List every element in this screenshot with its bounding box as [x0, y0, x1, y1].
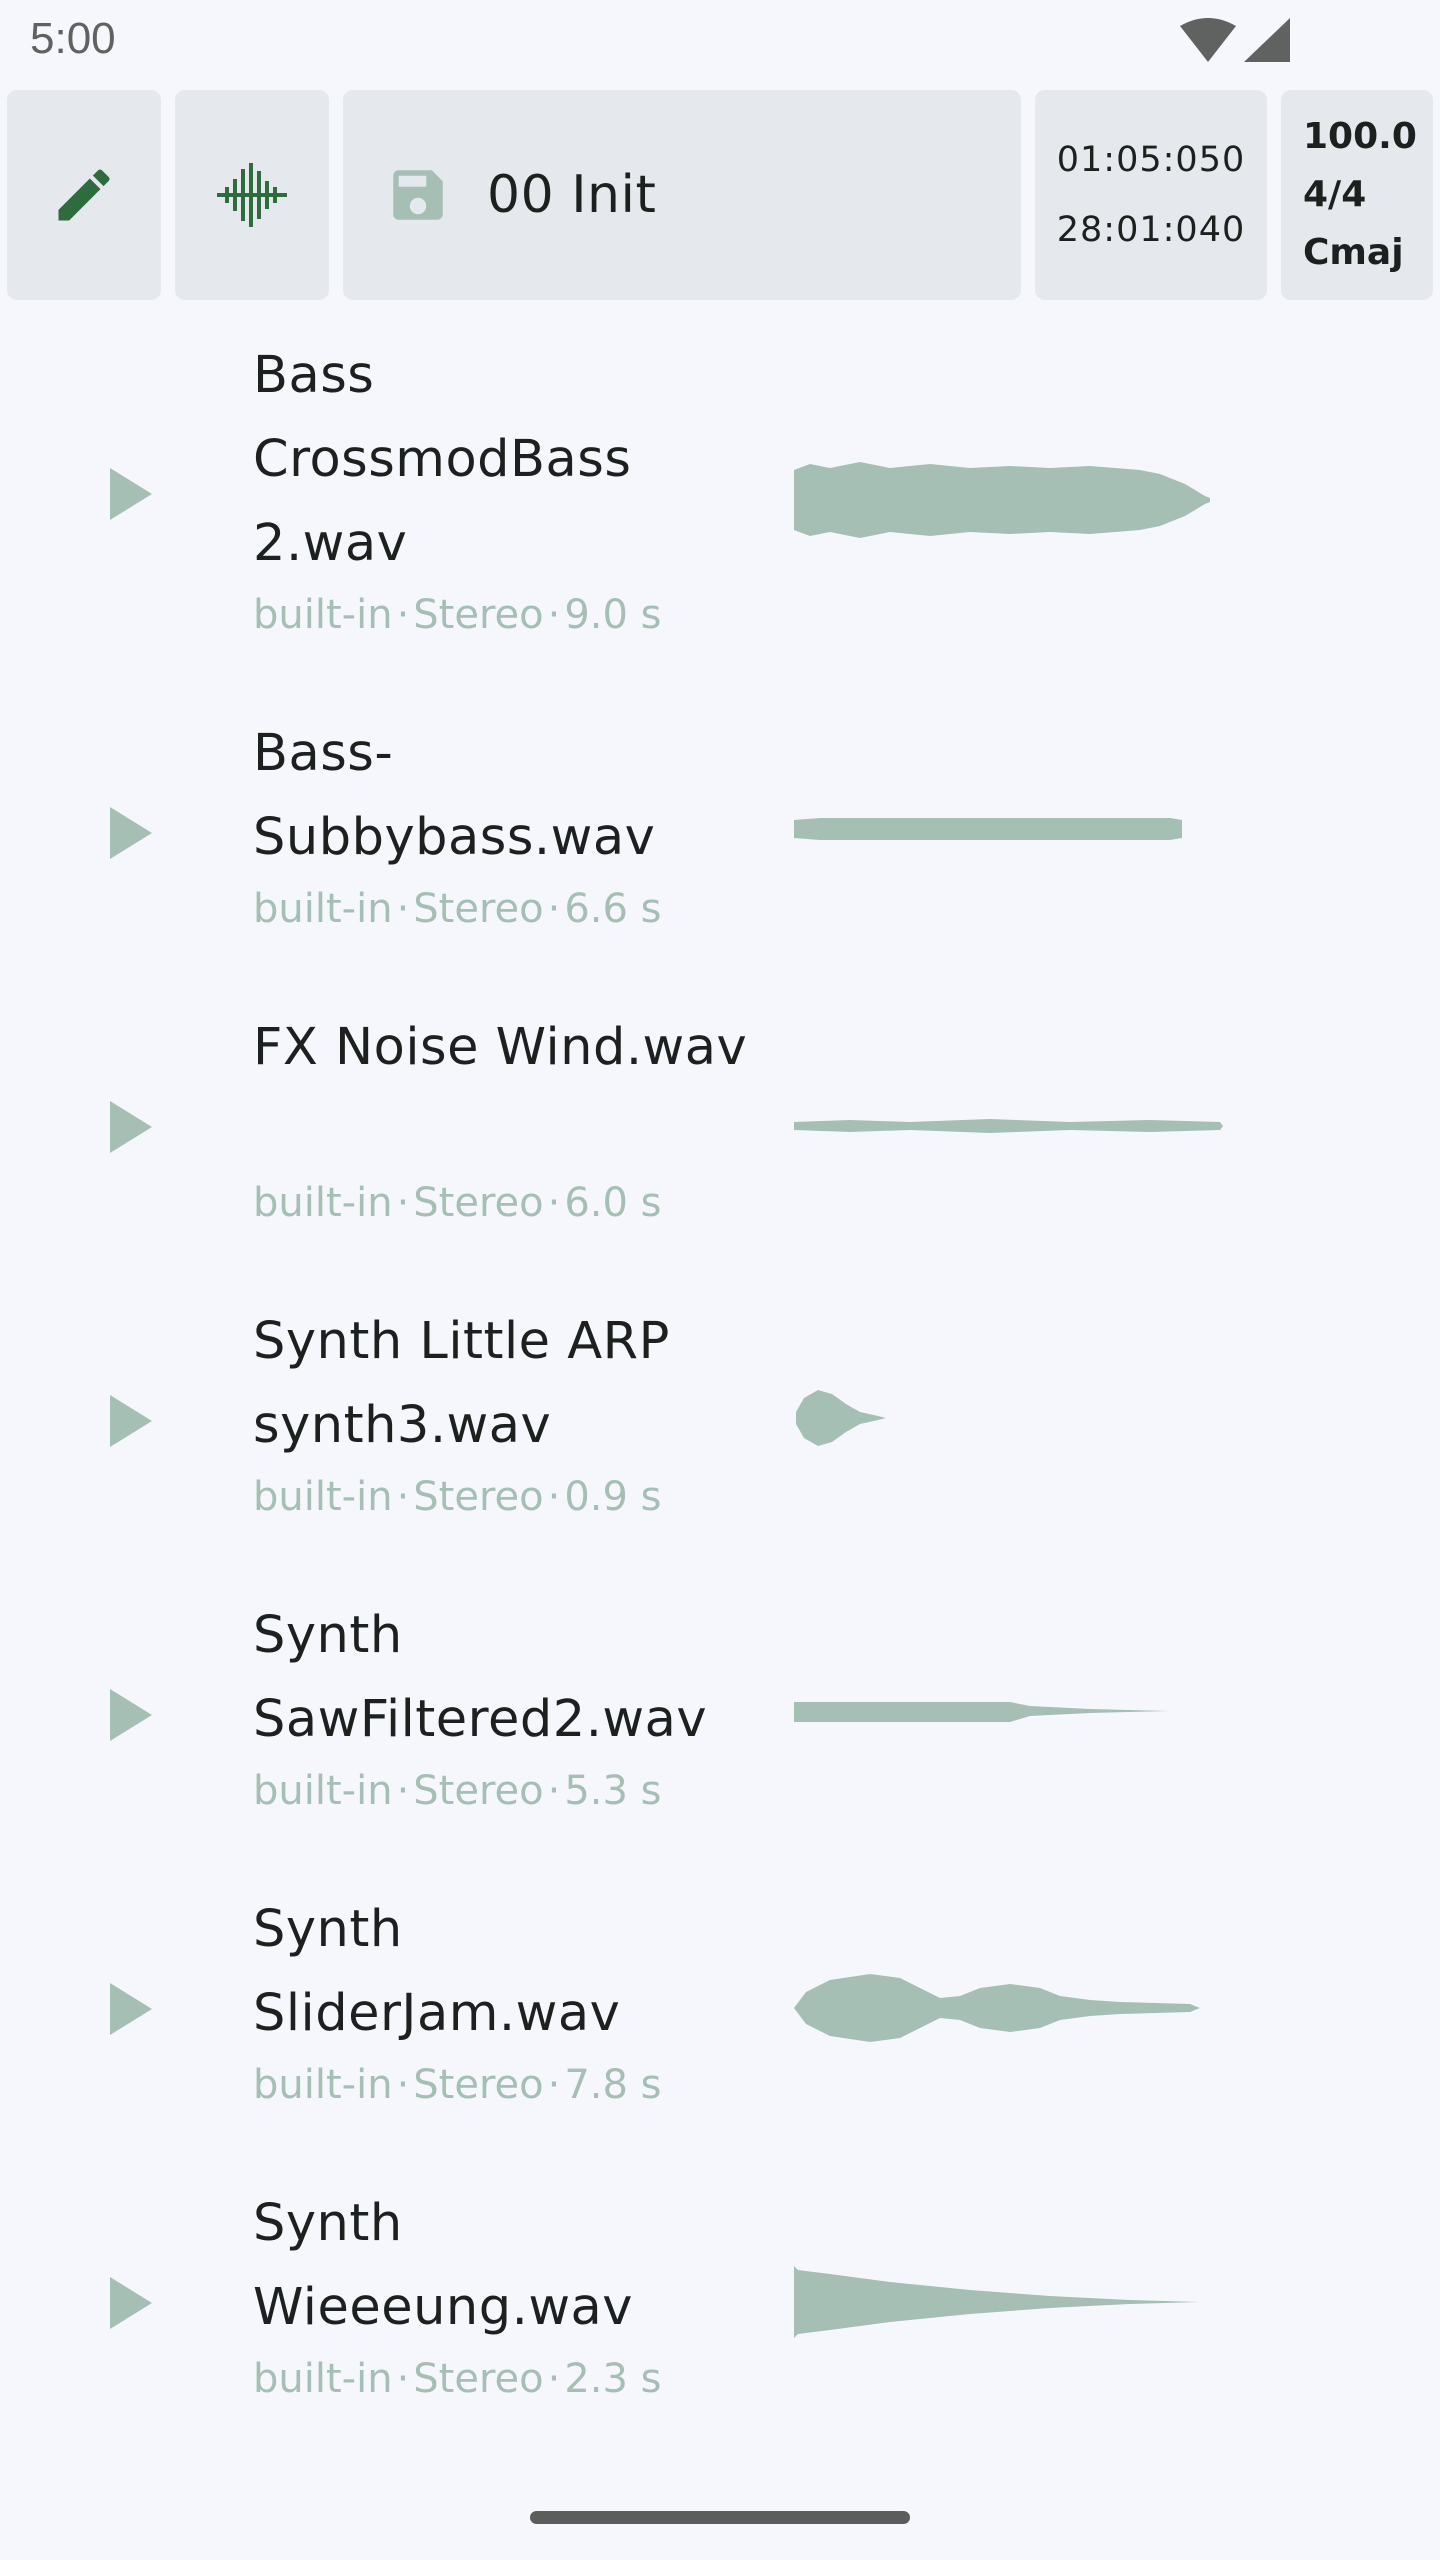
- play-button[interactable]: [110, 1689, 152, 1741]
- play-icon: [110, 807, 152, 859]
- sample-meta: built-in · Stereo · 6.6 s: [253, 886, 662, 932]
- sample-meta: built-in · Stereo · 2.3 s: [253, 2356, 662, 2402]
- wifi-icon: [1180, 18, 1236, 62]
- play-button[interactable]: [110, 468, 152, 520]
- play-button[interactable]: [110, 1983, 152, 2035]
- project-button[interactable]: 00 Init: [343, 90, 1021, 300]
- cell-signal-icon: [1244, 18, 1290, 62]
- waveform-preview: [794, 2266, 1200, 2338]
- list-item[interactable]: Bass-Subbybass.wav built-in · Stereo · 6.6 s: [0, 708, 1440, 968]
- status-bar: 5:00: [0, 0, 1440, 84]
- position-time: 01:05:050: [1056, 140, 1246, 180]
- play-button[interactable]: [110, 1395, 152, 1447]
- sample-name: Synth SawFiltered2.wav: [253, 1606, 708, 1749]
- time-signature: 4/4: [1303, 174, 1367, 215]
- sample-meta: built-in · Stereo · 0.9 s: [253, 1474, 662, 1520]
- total-time: 28:01:040: [1056, 210, 1246, 250]
- edit-button[interactable]: [7, 90, 161, 300]
- sample-meta: built-in · Stereo · 9.0 s: [253, 592, 662, 638]
- sample-meta: built-in · Stereo · 7.8 s: [253, 2062, 662, 2108]
- waveform-preview: [794, 1702, 1170, 1722]
- waveform-button[interactable]: [175, 90, 329, 300]
- play-icon: [110, 1101, 152, 1153]
- sample-name: FX Noise Wind.wav: [253, 1018, 748, 1077]
- sample-meta: built-in · Stereo · 6.0 s: [253, 1180, 662, 1226]
- play-icon: [110, 1395, 152, 1447]
- list-item[interactable]: Synth SawFiltered2.wav built-in · Stereo · 5…: [0, 1590, 1440, 1850]
- key-signature: Cmaj: [1303, 232, 1404, 273]
- waveform-preview: [794, 462, 1210, 538]
- status-time: 5:00: [30, 14, 116, 63]
- waveform-preview: [796, 1390, 886, 1446]
- tempo-value: 100.0: [1303, 116, 1417, 157]
- play-button[interactable]: [110, 2277, 152, 2329]
- sample-name: Synth SliderJam.wav: [253, 1900, 621, 2043]
- toolbar: 00 Init 01:05:050 28:01:040 100.0 4/4 Cm…: [0, 90, 1440, 302]
- waveform-icon: [217, 163, 287, 227]
- list-item[interactable]: FX Noise Wind.wav built-in · Stereo · 6.0 s: [0, 1002, 1440, 1262]
- home-indicator[interactable]: [530, 2511, 910, 2524]
- list-item[interactable]: Bass CrossmodBass 2.wav built-in · Stereo ·…: [0, 330, 1440, 670]
- play-icon: [110, 1689, 152, 1741]
- save-icon: [393, 170, 443, 220]
- tempo-button[interactable]: 100.0 4/4 Cmaj: [1281, 90, 1433, 300]
- sample-meta: built-in · Stereo · 5.3 s: [253, 1768, 662, 1814]
- play-button[interactable]: [110, 1101, 152, 1153]
- sample-name: Bass CrossmodBass 2.wav: [253, 346, 632, 573]
- waveform-preview: [794, 1974, 1200, 2042]
- play-icon: [110, 2277, 152, 2329]
- list-item[interactable]: Synth Little ARP synth3.wav built-in · Ste…: [0, 1296, 1440, 1556]
- play-button[interactable]: [110, 807, 152, 859]
- sample-name: Synth Little ARP synth3.wav: [253, 1312, 670, 1455]
- sample-name: Synth Wieeeung.wav: [253, 2194, 633, 2337]
- list-item[interactable]: Synth Wieeeung.wav built-in · Stereo · 2.3 s: [0, 2178, 1440, 2438]
- waveform-preview: [794, 818, 1182, 840]
- list-item[interactable]: Synth SliderJam.wav built-in · Stereo · 7.8 …: [0, 1884, 1440, 2144]
- project-name: 00 Init: [487, 165, 657, 225]
- time-display-button[interactable]: 01:05:050 28:01:040: [1035, 90, 1267, 300]
- play-icon: [110, 1983, 152, 2035]
- sample-name: Bass-Subbybass.wav: [253, 724, 656, 867]
- waveform-preview: [794, 1119, 1223, 1133]
- play-icon: [110, 468, 152, 520]
- status-icons: [1180, 18, 1290, 62]
- pencil-icon: [58, 169, 110, 221]
